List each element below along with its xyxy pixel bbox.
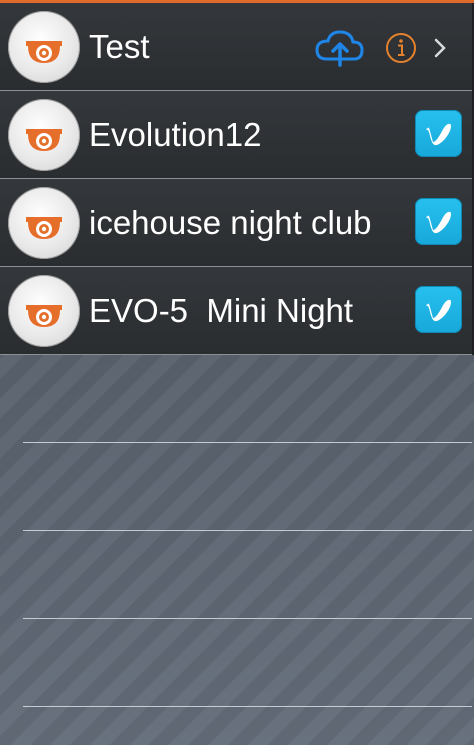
camera-avatar [8,11,80,83]
camera-avatar [8,187,80,259]
camera-row-test[interactable]: Test [0,3,472,91]
camera-name: icehouse night club [89,204,372,241]
vimeo-icon [426,123,451,146]
vimeo-button[interactable] [415,286,462,333]
vimeo-icon [426,211,451,234]
vimeo-button[interactable] [415,198,462,245]
empty-row-divider [23,618,472,619]
empty-row-divider [23,530,472,531]
vimeo-icon [426,299,451,322]
security-camera-icon [26,217,62,239]
camera-name: Test [89,28,150,65]
camera-list: Test Evolution12 icehouse night club EVO… [0,3,474,355]
camera-list-screen: Test Evolution12 icehouse night club EVO… [0,3,474,745]
empty-row-divider [23,442,472,443]
camera-row-icehouse-night-club[interactable]: icehouse night club [0,179,472,267]
camera-avatar [8,99,80,171]
security-camera-icon [26,41,62,63]
security-camera-icon [26,305,62,327]
camera-avatar [8,275,80,347]
chevron-right-icon[interactable] [433,37,447,59]
empty-row-divider [23,706,472,707]
camera-row-evolution12[interactable]: Evolution12 [0,91,472,179]
security-camera-icon [26,129,62,151]
info-icon[interactable] [385,32,417,64]
camera-name: EVO-5 Mini Night [89,292,354,329]
vimeo-button[interactable] [415,110,462,157]
cloud-upload-icon[interactable] [314,27,364,67]
camera-row-evo-5-mini-night[interactable]: EVO-5 Mini Night [0,267,472,355]
camera-name: Evolution12 [89,116,262,153]
